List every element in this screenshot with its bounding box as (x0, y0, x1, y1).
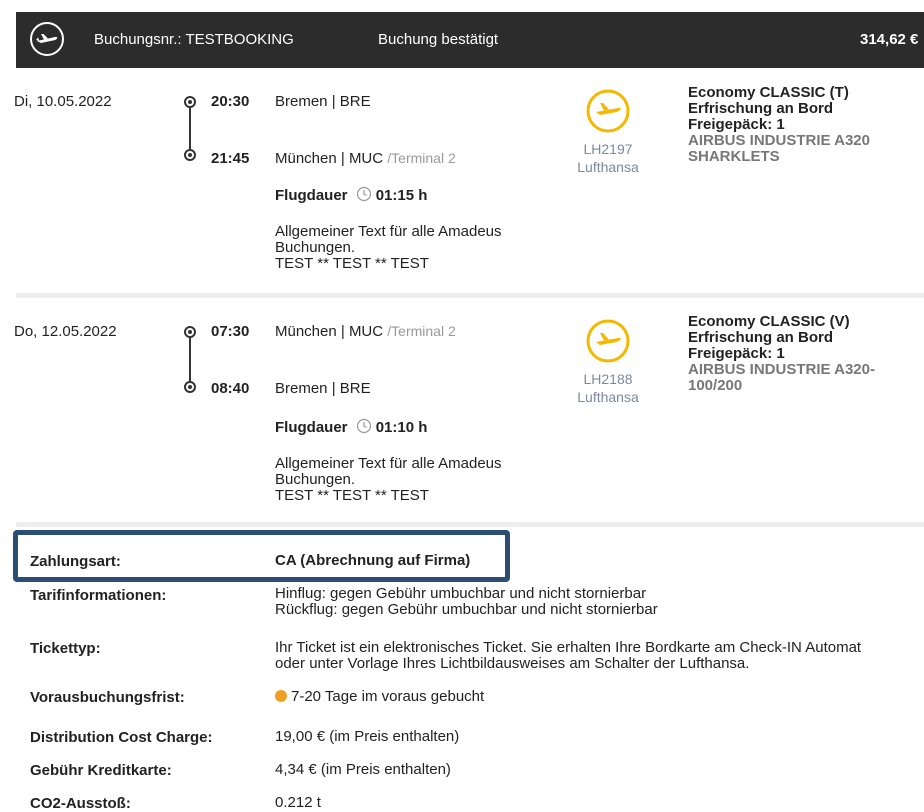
route-line (189, 337, 191, 383)
cabin-info: Economy CLASSIC (T) Erfrischung an Bord … (688, 84, 870, 165)
ticket-type-label: Tickettyp: (30, 640, 101, 657)
booking-header: Buchungsnr.: TESTBOOKING Buchung bestäti… (16, 12, 924, 68)
departure-airport: Bremen | BRE (275, 93, 371, 110)
payment-method-label: Zahlungsart: (30, 553, 121, 570)
departure-time: 20:30 (211, 93, 250, 110)
arrival-time: 21:45 (211, 150, 250, 167)
flight-number: LH2197 Lufthansa (577, 141, 639, 175)
arrival-terminal: /Terminal 2 (387, 150, 456, 166)
fare-info-label: Tarifinformationen: (30, 587, 167, 604)
segment-note: Allgemeiner Text für alle Amadeus Buchun… (275, 455, 502, 504)
segment-date: Di, 10.05.2022 (14, 93, 112, 110)
lufthansa-logo-icon (586, 89, 630, 133)
cabin-info: Economy CLASSIC (V) Erfrischung an Bord … (688, 313, 875, 394)
booking-status: Buchung bestätigt (378, 31, 499, 48)
segment-divider (16, 522, 924, 527)
booking-number: Buchungsnr.: TESTBOOKING (94, 31, 294, 48)
fare-info-value: Hinflug: gegen Gebühr umbuchbar und nich… (275, 585, 658, 618)
distribution-cost-label: Distribution Cost Charge: (30, 729, 213, 746)
co2-value: 0.212 t (275, 794, 321, 811)
co2-label: CO2-Ausstoß: (30, 795, 131, 812)
departure-airport: München | MUC /Terminal 2 (275, 323, 456, 340)
status-dot-icon (275, 690, 287, 702)
distribution-cost-value: 19,00 € (im Preis enthalten) (275, 728, 460, 745)
flight-duration: Flugdauer 01:15 h (275, 186, 428, 204)
arrival-airport: Bremen | BRE (275, 380, 371, 397)
credit-card-fee-label: Gebühr Kreditkarte: (30, 762, 172, 779)
advance-booking-value: 7-20 Tage im voraus gebucht (275, 689, 484, 705)
arrival-dot (184, 381, 196, 393)
payment-method-value: CA (Abrechnung auf Firma) (275, 552, 471, 569)
departure-time: 07:30 (211, 323, 250, 340)
segment-date: Do, 12.05.2022 (14, 323, 117, 340)
flight-duration: Flugdauer 01:10 h (275, 418, 428, 436)
advance-booking-label: Vorausbuchungsfrist: (30, 689, 185, 706)
booking-price: 314,62 € (860, 31, 919, 48)
lufthansa-logo-icon (586, 319, 630, 363)
arrival-airport: München | MUC /Terminal 2 (275, 150, 456, 167)
clock-icon (356, 186, 371, 202)
departure-terminal: /Terminal 2 (387, 323, 456, 339)
clock-icon (356, 418, 371, 434)
credit-card-fee-value: 4,34 € (im Preis enthalten) (275, 761, 451, 778)
segment-note: Allgemeiner Text für alle Amadeus Buchun… (275, 223, 502, 272)
route-line (189, 107, 191, 151)
arrival-dot (184, 149, 196, 161)
segment-divider (16, 293, 924, 298)
flight-number: LH2188 Lufthansa (577, 371, 639, 405)
plane-icon (30, 22, 64, 56)
ticket-type-value: Ihr Ticket ist ein elektronisches Ticket… (275, 639, 862, 672)
arrival-time: 08:40 (211, 380, 250, 397)
